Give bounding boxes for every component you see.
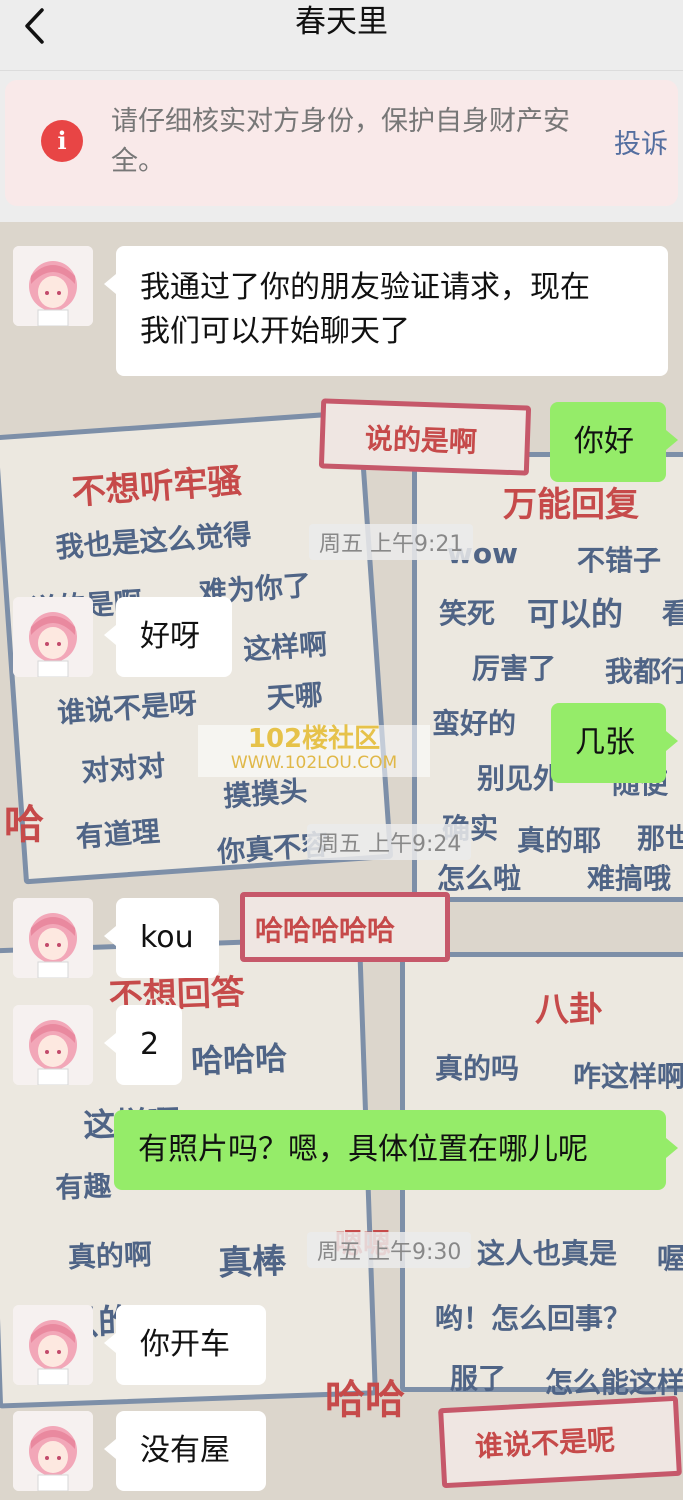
wallpaper-sticker-6: 哈哈哈哈哈 (240, 892, 450, 962)
wallpaper-text: 喔 (657, 1242, 683, 1275)
wallpaper-text: 怎么啦 (437, 862, 522, 895)
wallpaper-text: 万能回复 (503, 485, 639, 525)
wallpaper-text: 对对对 (80, 749, 167, 789)
message-text-line: 我们可以开始聊天了 (140, 314, 410, 349)
wallpaper-text: 哈哈哈 (190, 1039, 288, 1081)
message-bubble[interactable]: 没有屋 (104, 1411, 266, 1491)
wallpaper-sticker-5: 说的是啊 (318, 398, 532, 476)
message-bubble[interactable]: 你好 (550, 402, 678, 482)
avatar-image-icon (13, 1305, 93, 1385)
message-bubble[interactable]: 好呀 (104, 597, 232, 677)
wallpaper-text: 有趣 (54, 1169, 113, 1205)
avatar-image-icon (13, 246, 93, 326)
wallpaper-text: 有道理 (74, 814, 161, 854)
wallpaper-sticker-7: 谁说不是呢 (438, 1395, 682, 1489)
wallpaper-text: 真的耶 (517, 824, 602, 857)
wallpaper-text: 厉害了 (472, 652, 557, 685)
wallpaper-text: 这人也真是 (477, 1237, 618, 1270)
contact-avatar[interactable] (13, 246, 93, 326)
wallpaper-text: 咋这样啊 (573, 1060, 683, 1093)
wallpaper-text: 服了 (450, 1362, 507, 1395)
wallpaper-text: 别见外 (477, 762, 562, 795)
wallpaper-text: 那世 (637, 822, 683, 855)
watermark-url: WWW.102LOU.COM (230, 753, 398, 773)
message-bubble[interactable]: 2 (104, 1005, 182, 1085)
contact-avatar[interactable] (13, 1005, 93, 1085)
wallpaper-text: 不想听牢骚 (70, 461, 243, 514)
wallpaper-text: 这样啊 (242, 627, 329, 667)
wallpaper-text: 真的啊 (67, 1238, 153, 1274)
safety-warning-text: 请仔细核实对方身份，保护自身财产安全。 (111, 106, 570, 177)
avatar-image-icon (13, 1005, 93, 1085)
timestamp: 周五 上午9:24 (307, 824, 472, 860)
exclamation-icon: i (41, 120, 83, 162)
avatar-image-icon (13, 898, 93, 978)
watermark: 102楼社区 WWW.102LOU.COM (198, 725, 430, 777)
message-bubble[interactable]: 几张 (551, 703, 678, 783)
wallpaper-text: 不错子 (577, 544, 662, 577)
wallpaper-text: 真的吗 (435, 1052, 520, 1085)
chat-header: 春天里 (0, 0, 683, 71)
contact-avatar[interactable] (13, 597, 93, 677)
wallpaper-text: 八卦 (535, 990, 603, 1030)
wallpaper-text: 天哪 (265, 678, 324, 715)
wallpaper-text: 哈 (4, 802, 44, 848)
wallpaper-text: 谁说不是呀 (56, 686, 199, 730)
message-bubble[interactable]: 你开车 (104, 1305, 266, 1385)
contact-avatar[interactable] (13, 1411, 93, 1491)
avatar-image-icon (13, 597, 93, 677)
message-bubble[interactable]: 有照片吗？嗯，具体位置在哪儿呢 (114, 1110, 678, 1190)
wallpaper-text: 可以的 (527, 595, 624, 633)
timestamp: 周五 上午9:30 (307, 1232, 472, 1268)
wallpaper-text: 谁说不是呢 (474, 1423, 616, 1464)
message-bubble[interactable]: kou (104, 898, 219, 978)
wallpaper-text: 哟！怎么回事？ (435, 1302, 632, 1335)
wallpaper-text: 真棒 (217, 1241, 287, 1284)
contact-avatar[interactable] (13, 898, 93, 978)
chat-title: 春天里 (295, 4, 388, 40)
safety-warning-banner: i 请仔细核实对方身份，保护自身财产安全。 投诉 (5, 80, 678, 206)
wallpaper-text: 笑死 (439, 597, 496, 630)
message-text-line: 我通过了你的朋友验证请求，现在 (140, 270, 590, 305)
wallpaper-text: 难搞哦 (587, 862, 672, 895)
wallpaper-text: 我都行 (605, 655, 683, 688)
wallpaper-text: 我也是这么觉得 (54, 517, 253, 565)
wallpaper-text: 蛮好的 (432, 707, 517, 740)
wallpaper-text: 看 (662, 597, 683, 630)
wallpaper-text: 哈哈哈哈哈 (255, 914, 396, 947)
wallpaper-text: 说的是啊 (364, 421, 478, 459)
message-bubble[interactable]: 我通过了你的朋友验证请求，现在 我们可以开始聊天了 (104, 246, 668, 376)
avatar-image-icon (13, 1411, 93, 1491)
wallpaper-text: 哈哈 (325, 1377, 405, 1423)
wallpaper-text: 怎么能这样 (545, 1366, 683, 1399)
chat-area[interactable]: 不想听牢骚 我也是这么觉得 说的是啊 难为你了 好 这样啊 谁说不是呀 天哪 对… (0, 222, 683, 1500)
timestamp: 周五 上午9:21 (309, 524, 474, 560)
watermark-title: 102楼社区 (247, 724, 381, 754)
report-link[interactable]: 投诉 (614, 122, 668, 161)
contact-avatar[interactable] (13, 1305, 93, 1385)
